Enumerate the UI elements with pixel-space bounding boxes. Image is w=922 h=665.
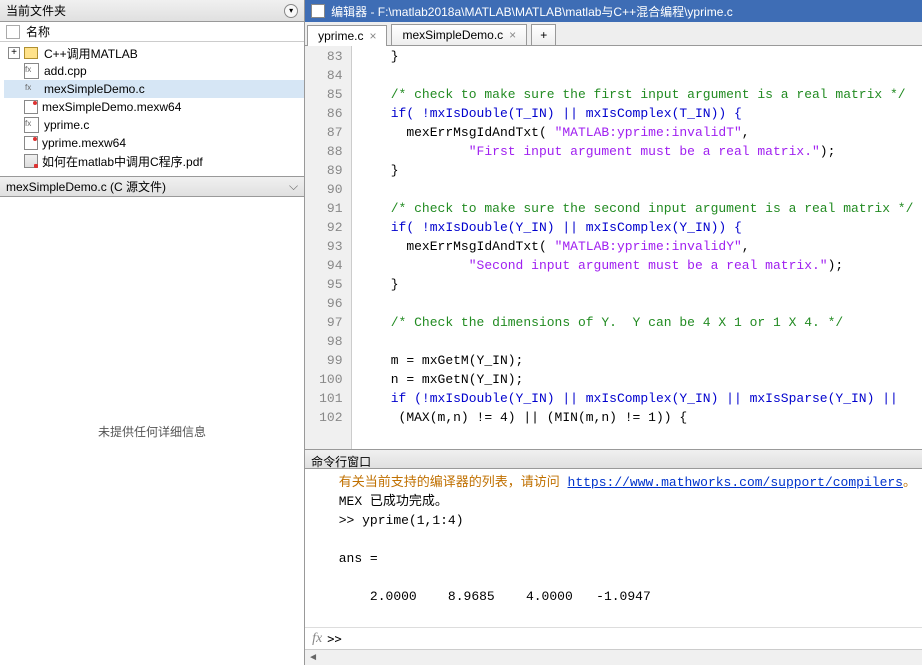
editor-tabs: yprime.c × mexSimpleDemo.c × + [305,22,922,46]
expand-icon[interactable]: + [8,47,20,59]
panel-menu-icon[interactable]: ▾ [284,4,298,18]
command-prompt-row[interactable]: fx >> [305,627,922,649]
compiler-hint-pre: 有关当前支持的编译器的列表，请访问 [323,475,567,490]
file-label: add.cpp [44,64,87,78]
tab-label: mexSimpleDemo.c [402,28,503,42]
tab-mexsimpledemo[interactable]: mexSimpleDemo.c × [391,24,527,45]
editor-titlebar: 编辑器 - F:\matlab2018a\MATLAB\MATLAB\matla… [305,0,922,22]
ans-label: ans = [323,551,378,566]
file-icon [24,100,38,114]
details-msg: 未提供任何详细信息 [98,423,206,440]
ans-values: 2.0000 8.9685 4.0000 -1.0947 [323,589,651,604]
file-label: yprime.mexw64 [42,136,126,150]
indent [8,65,20,77]
file-row[interactable]: yprime.c [4,116,304,134]
plus-icon: + [540,28,547,42]
folder-panel-title: 当前文件夹 [6,2,66,19]
indent [8,101,20,113]
compiler-hint-post: 。 [903,475,916,490]
file-row[interactable]: yprime.mexw64 [4,134,304,152]
new-tab-button[interactable]: + [531,24,556,45]
code-body[interactable]: } /* check to make sure the first input … [352,46,922,449]
cmd-call: >> yprime(1,1:4) [323,513,463,528]
tab-yprime[interactable]: yprime.c × [307,25,387,46]
code-editor[interactable]: 83 84 85 86 87 88 89 90 91 92 93 94 95 9… [305,46,922,449]
folder-label: C++调用MATLAB [44,45,138,62]
folder-icon [24,47,38,59]
details-title: mexSimpleDemo.c (C 源文件) [6,178,166,195]
file-icon [24,117,40,133]
folder-row[interactable]: + C++调用MATLAB [4,44,304,62]
close-icon[interactable]: × [509,28,516,42]
hscroll[interactable]: ◄ [305,649,922,665]
details-body: 未提供任何详细信息 [0,197,304,665]
folder-panel-header: 当前文件夹 ▾ [0,0,304,22]
command-window-title: 命令行窗口 [311,455,371,469]
mex-done: MEX 已成功完成。 [323,494,448,509]
file-icon [24,81,40,97]
editor-icon [311,4,325,18]
close-icon[interactable]: × [369,29,376,43]
details-header: mexSimpleDemo.c (C 源文件) ⌵ [0,177,304,197]
file-row[interactable]: mexSimpleDemo.c [4,80,304,98]
file-row[interactable]: add.cpp [4,62,304,80]
fx-icon[interactable]: fx [312,631,322,647]
command-window[interactable]: 有关当前支持的编译器的列表，请访问 https://www.mathworks.… [305,469,922,627]
file-label: mexSimpleDemo.c [44,82,145,96]
editor-title-text: 编辑器 - F:\matlab2018a\MATLAB\MATLAB\matla… [331,3,733,20]
file-label: yprime.c [44,118,89,132]
file-tree: + C++调用MATLAB add.cpp mexSimpleDemo.c mexS… [0,42,304,177]
command-window-titlebar: 命令行窗口 [305,449,922,469]
tree-header[interactable]: 名称 [0,22,304,42]
current-folder-panel: 当前文件夹 ▾ 名称 + C++调用MATLAB add.cpp mexSimpl… [0,0,305,665]
blank-file-icon [6,25,20,39]
prompt: >> [327,632,341,646]
indent [8,119,20,131]
indent [8,155,20,167]
indent [8,83,20,95]
scroll-left-icon[interactable]: ◄ [305,652,321,663]
name-column-label: 名称 [26,23,50,40]
file-row[interactable]: 如何在matlab中调用C程序.pdf [4,152,304,170]
indent [8,137,20,149]
file-icon [24,63,40,79]
file-icon [24,154,38,168]
file-row[interactable]: mexSimpleDemo.mexw64 [4,98,304,116]
tab-label: yprime.c [318,29,363,43]
line-gutter: 83 84 85 86 87 88 89 90 91 92 93 94 95 9… [305,46,351,449]
chevron-down-icon[interactable]: ⌵ [289,179,298,194]
file-icon [24,136,38,150]
file-label: mexSimpleDemo.mexw64 [42,100,181,114]
right-panel: 编辑器 - F:\matlab2018a\MATLAB\MATLAB\matla… [305,0,922,665]
compilers-link[interactable]: https://www.mathworks.com/support/compil… [568,475,903,490]
file-label: 如何在matlab中调用C程序.pdf [42,153,203,170]
